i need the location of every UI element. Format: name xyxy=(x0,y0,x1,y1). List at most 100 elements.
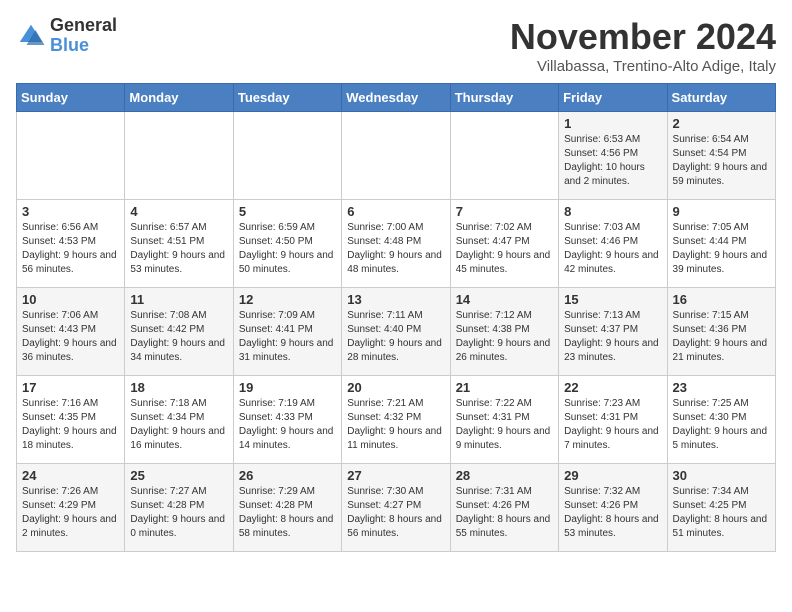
calendar-cell: 18 Sunrise: 7:18 AM Sunset: 4:34 PM Dayli… xyxy=(125,376,233,464)
calendar-week-row: 1 Sunrise: 6:53 AM Sunset: 4:56 PM Daylig… xyxy=(17,112,776,200)
day-number: 27 xyxy=(347,468,444,483)
day-info: Sunrise: 7:27 AM Sunset: 4:28 PM Dayligh… xyxy=(130,485,227,541)
calendar-header-row: SundayMondayTuesdayWednesdayThursdayFrid… xyxy=(17,84,776,112)
logo: General Blue xyxy=(16,16,117,56)
calendar-cell: 12Sunrise: 7:09 AM Sunset: 4:41 PM Dayli… xyxy=(233,288,341,376)
calendar-cell: 3Sunrise: 6:56 AM Sunset: 4:53 PM Daylig… xyxy=(17,200,125,288)
day-info: Sunrise: 7:31 AM Sunset: 4:26 PM Dayligh… xyxy=(456,485,553,541)
day-info: Sunrise: 6:59 AM Sunset: 4:50 PM Dayligh… xyxy=(239,221,336,277)
calendar-week-row: 24Sunrise: 7:26 AM Sunset: 4:29 PM Dayli… xyxy=(17,464,776,552)
day-number: 7 xyxy=(456,204,553,219)
calendar-week-row: 3Sunrise: 6:56 AM Sunset: 4:53 PM Daylig… xyxy=(17,200,776,288)
day-header-saturday: Saturday xyxy=(667,84,775,112)
calendar-cell: 8 Sunrise: 7:03 AM Sunset: 4:46 PM Daylig… xyxy=(559,200,667,288)
day-info: Sunrise: 7:32 AM Sunset: 4:26 PM Dayligh… xyxy=(564,485,661,541)
calendar-cell: 11 Sunrise: 7:08 AM Sunset: 4:42 PM Dayli… xyxy=(125,288,233,376)
day-number: 14 xyxy=(456,292,553,307)
day-info: Sunrise: 6:53 AM Sunset: 4:56 PM Dayligh… xyxy=(564,133,661,189)
day-number: 1 xyxy=(564,116,661,131)
calendar-cell: 6Sunrise: 7:00 AM Sunset: 4:48 PM Daylig… xyxy=(342,200,450,288)
day-number: 28 xyxy=(456,468,553,483)
day-header-sunday: Sunday xyxy=(17,84,125,112)
day-info: Sunrise: 7:34 AM Sunset: 4:25 PM Dayligh… xyxy=(673,485,770,541)
day-info: Sunrise: 7:06 AM Sunset: 4:43 PM Dayligh… xyxy=(22,309,119,365)
day-number: 21 xyxy=(456,380,553,395)
logo-general: General xyxy=(50,16,117,36)
day-header-friday: Friday xyxy=(559,84,667,112)
calendar-cell: 19 Sunrise: 7:19 AM Sunset: 4:33 PM Dayli… xyxy=(233,376,341,464)
day-number: 22 xyxy=(564,380,661,395)
calendar-week-row: 10Sunrise: 7:06 AM Sunset: 4:43 PM Dayli… xyxy=(17,288,776,376)
calendar-cell: 10Sunrise: 7:06 AM Sunset: 4:43 PM Dayli… xyxy=(17,288,125,376)
day-number: 15 xyxy=(564,292,661,307)
day-header-monday: Monday xyxy=(125,84,233,112)
day-info: Sunrise: 7:11 AM Sunset: 4:40 PM Dayligh… xyxy=(347,309,444,365)
calendar-cell: 25Sunrise: 7:27 AM Sunset: 4:28 PM Dayli… xyxy=(125,464,233,552)
day-number: 17 xyxy=(22,380,119,395)
day-number: 29 xyxy=(564,468,661,483)
day-number: 18 xyxy=(130,380,227,395)
calendar-body: 1 Sunrise: 6:53 AM Sunset: 4:56 PM Daylig… xyxy=(17,112,776,552)
month-title: November 2024 xyxy=(510,16,776,58)
day-info: Sunrise: 7:05 AM Sunset: 4:44 PM Dayligh… xyxy=(673,221,770,277)
day-number: 19 xyxy=(239,380,336,395)
day-info: Sunrise: 7:25 AM Sunset: 4:30 PM Dayligh… xyxy=(673,397,770,453)
day-number: 5 xyxy=(239,204,336,219)
calendar-cell: 17 Sunrise: 7:16 AM Sunset: 4:35 PM Dayli… xyxy=(17,376,125,464)
day-number: 26 xyxy=(239,468,336,483)
calendar-cell: 26Sunrise: 7:29 AM Sunset: 4:28 PM Dayli… xyxy=(233,464,341,552)
day-info: Sunrise: 7:13 AM Sunset: 4:37 PM Dayligh… xyxy=(564,309,661,365)
day-number: 11 xyxy=(130,292,227,307)
day-header-wednesday: Wednesday xyxy=(342,84,450,112)
day-number: 2 xyxy=(673,116,770,131)
day-number: 20 xyxy=(347,380,444,395)
day-info: Sunrise: 7:21 AM Sunset: 4:32 PM Dayligh… xyxy=(347,397,444,453)
calendar-cell: 5 Sunrise: 6:59 AM Sunset: 4:50 PM Daylig… xyxy=(233,200,341,288)
day-info: Sunrise: 7:12 AM Sunset: 4:38 PM Dayligh… xyxy=(456,309,553,365)
day-info: Sunrise: 6:57 AM Sunset: 4:51 PM Dayligh… xyxy=(130,221,227,277)
day-number: 16 xyxy=(673,292,770,307)
calendar-cell: 20 Sunrise: 7:21 AM Sunset: 4:32 PM Dayli… xyxy=(342,376,450,464)
day-info: Sunrise: 7:26 AM Sunset: 4:29 PM Dayligh… xyxy=(22,485,119,541)
day-info: Sunrise: 7:00 AM Sunset: 4:48 PM Dayligh… xyxy=(347,221,444,277)
calendar-cell: 28 Sunrise: 7:31 AM Sunset: 4:26 PM Dayli… xyxy=(450,464,558,552)
calendar-cell: 2 Sunrise: 6:54 AM Sunset: 4:54 PM Daylig… xyxy=(667,112,775,200)
calendar-cell xyxy=(450,112,558,200)
day-info: Sunrise: 7:15 AM Sunset: 4:36 PM Dayligh… xyxy=(673,309,770,365)
calendar-cell: 21 Sunrise: 7:22 AM Sunset: 4:31 PM Dayli… xyxy=(450,376,558,464)
calendar-cell: 7 Sunrise: 7:02 AM Sunset: 4:47 PM Daylig… xyxy=(450,200,558,288)
calendar-cell: 30 Sunrise: 7:34 AM Sunset: 4:25 PM Dayli… xyxy=(667,464,775,552)
day-number: 23 xyxy=(673,380,770,395)
calendar-cell: 23 Sunrise: 7:25 AM Sunset: 4:30 PM Dayli… xyxy=(667,376,775,464)
day-info: Sunrise: 7:18 AM Sunset: 4:34 PM Dayligh… xyxy=(130,397,227,453)
day-info: Sunrise: 7:30 AM Sunset: 4:27 PM Dayligh… xyxy=(347,485,444,541)
day-info: Sunrise: 7:02 AM Sunset: 4:47 PM Dayligh… xyxy=(456,221,553,277)
calendar-cell: 29 Sunrise: 7:32 AM Sunset: 4:26 PM Dayli… xyxy=(559,464,667,552)
day-info: Sunrise: 7:22 AM Sunset: 4:31 PM Dayligh… xyxy=(456,397,553,453)
logo-icon xyxy=(16,21,46,51)
calendar-cell xyxy=(17,112,125,200)
calendar-cell xyxy=(233,112,341,200)
day-number: 4 xyxy=(130,204,227,219)
day-info: Sunrise: 7:19 AM Sunset: 4:33 PM Dayligh… xyxy=(239,397,336,453)
day-info: Sunrise: 7:08 AM Sunset: 4:42 PM Dayligh… xyxy=(130,309,227,365)
day-info: Sunrise: 6:54 AM Sunset: 4:54 PM Dayligh… xyxy=(673,133,770,189)
calendar-cell: 13 Sunrise: 7:11 AM Sunset: 4:40 PM Dayli… xyxy=(342,288,450,376)
calendar-cell: 27 Sunrise: 7:30 AM Sunset: 4:27 PM Dayli… xyxy=(342,464,450,552)
calendar-cell: 16 Sunrise: 7:15 AM Sunset: 4:36 PM Dayli… xyxy=(667,288,775,376)
day-info: Sunrise: 7:03 AM Sunset: 4:46 PM Dayligh… xyxy=(564,221,661,277)
calendar-table: SundayMondayTuesdayWednesdayThursdayFrid… xyxy=(16,83,776,552)
day-info: Sunrise: 7:16 AM Sunset: 4:35 PM Dayligh… xyxy=(22,397,119,453)
calendar-cell: 24Sunrise: 7:26 AM Sunset: 4:29 PM Dayli… xyxy=(17,464,125,552)
day-number: 13 xyxy=(347,292,444,307)
calendar-cell: 9 Sunrise: 7:05 AM Sunset: 4:44 PM Daylig… xyxy=(667,200,775,288)
day-number: 30 xyxy=(673,468,770,483)
title-area: November 2024 Villabassa, Trentino-Alto … xyxy=(510,16,776,75)
calendar-week-row: 17 Sunrise: 7:16 AM Sunset: 4:35 PM Dayli… xyxy=(17,376,776,464)
calendar-cell: 4 Sunrise: 6:57 AM Sunset: 4:51 PM Daylig… xyxy=(125,200,233,288)
day-number: 9 xyxy=(673,204,770,219)
calendar-cell: 22Sunrise: 7:23 AM Sunset: 4:31 PM Dayli… xyxy=(559,376,667,464)
day-number: 8 xyxy=(564,204,661,219)
day-header-tuesday: Tuesday xyxy=(233,84,341,112)
calendar-cell: 1 Sunrise: 6:53 AM Sunset: 4:56 PM Daylig… xyxy=(559,112,667,200)
